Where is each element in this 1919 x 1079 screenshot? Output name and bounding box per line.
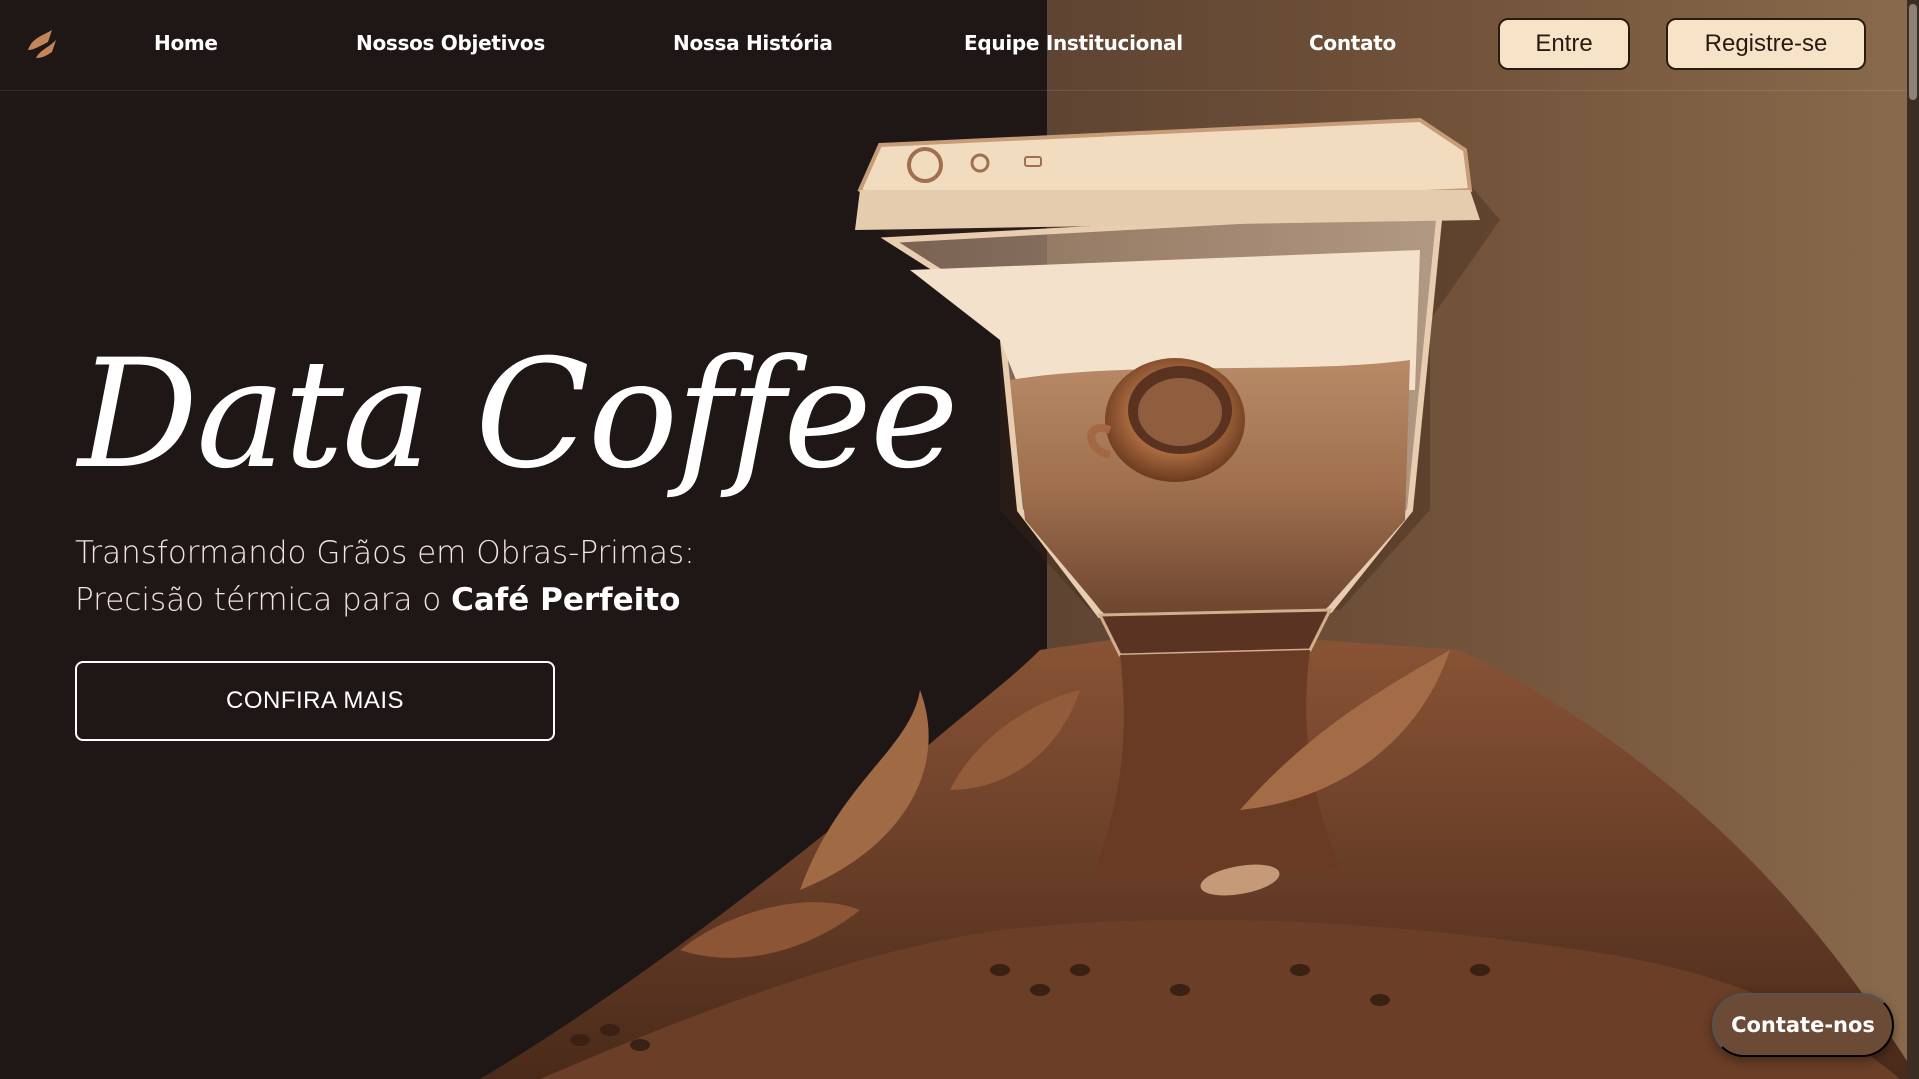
brand-logo-icon[interactable] — [22, 24, 62, 64]
hero-subtitle: Transformando Grãos em Obras-Primas: Pre… — [75, 530, 695, 624]
hero-subtitle-prefix: Precisão térmica para o — [75, 582, 452, 618]
login-button[interactable]: Entre — [1498, 18, 1630, 70]
hero-subtitle-line1: Transformando Grãos em Obras-Primas: — [75, 535, 695, 571]
hero-subtitle-highlight: Café Perfeito — [451, 582, 681, 618]
nav-team[interactable]: Equipe Institucional — [964, 31, 1183, 55]
landing-page: Home Nossos Objetivos Nossa História Equ… — [0, 0, 1919, 1079]
nav-contact[interactable]: Contato — [1309, 31, 1396, 55]
top-navbar: Home Nossos Objetivos Nossa História Equ… — [0, 0, 1919, 91]
hero-title: Data Coffee — [78, 328, 959, 502]
hero-subtitle-line2: Precisão térmica para o Café Perfeito — [75, 577, 695, 624]
coffee-machine-illustration — [480, 117, 1919, 1079]
floating-contact-button[interactable]: Contate-nos — [1712, 993, 1894, 1057]
register-button[interactable]: Registre-se — [1666, 18, 1866, 70]
nav-home[interactable]: Home — [154, 31, 218, 55]
page-scrollbar[interactable] — [1907, 0, 1919, 1079]
confira-mais-button[interactable]: CONFIRA MAIS — [75, 661, 555, 741]
nav-history[interactable]: Nossa História — [673, 31, 833, 55]
scrollbar-thumb[interactable] — [1909, 4, 1917, 100]
nav-objectives[interactable]: Nossos Objetivos — [356, 31, 545, 55]
